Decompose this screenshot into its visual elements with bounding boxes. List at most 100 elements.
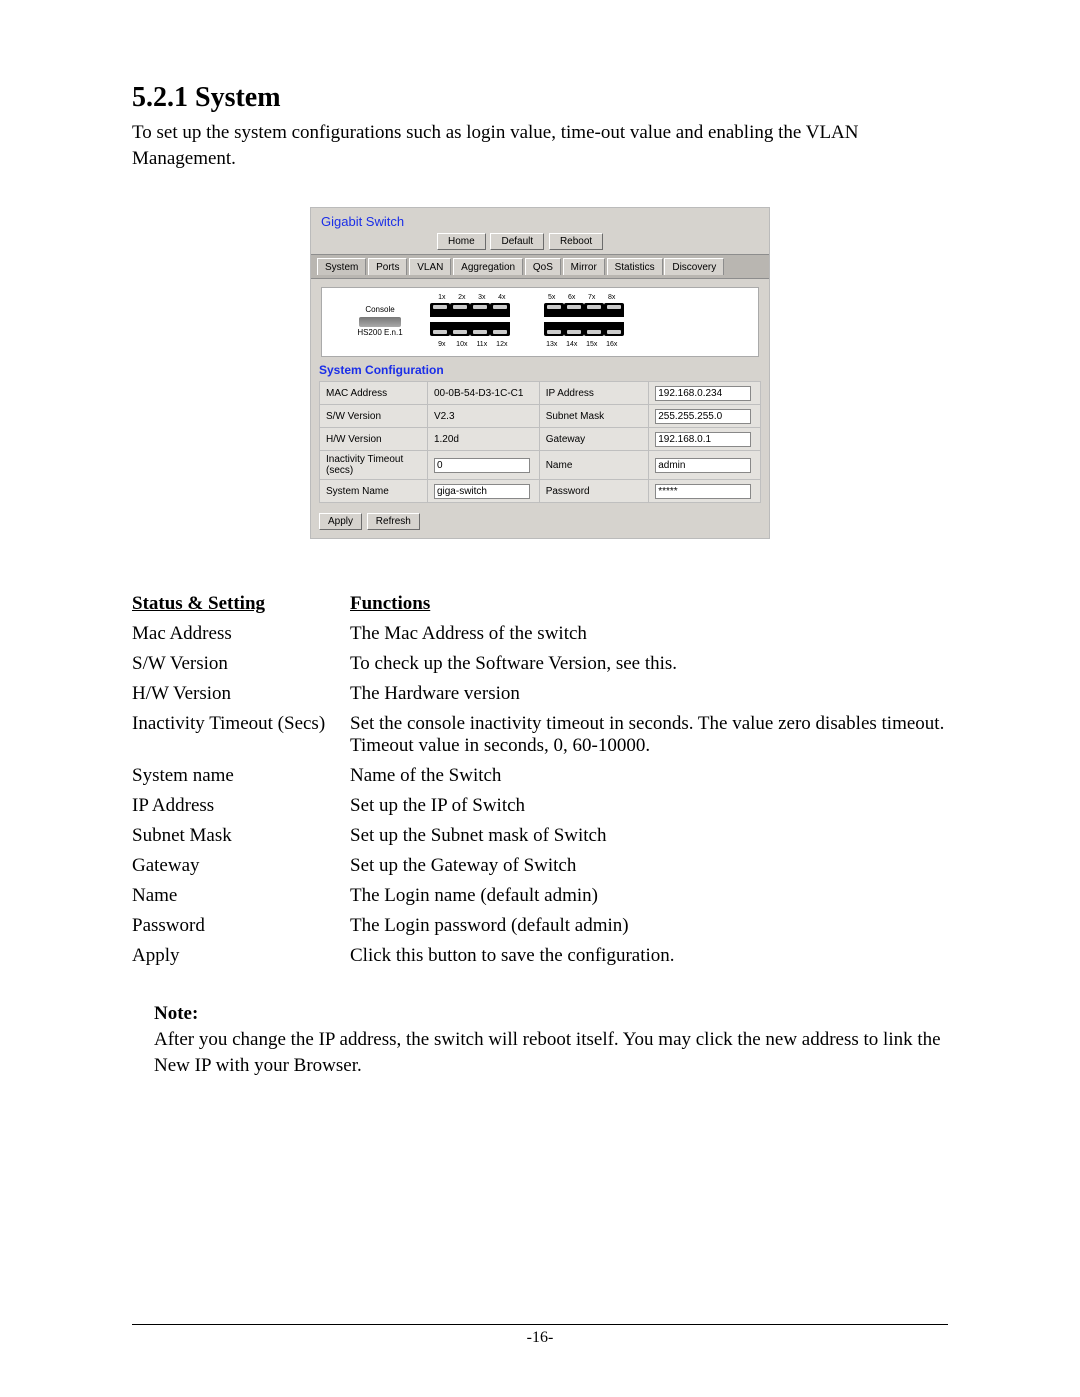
port-jack-icon [450,322,470,336]
name-input[interactable] [655,458,751,473]
port-jack-icon [604,322,624,336]
row-label: Name [132,881,350,911]
row-label: IP Address [132,791,350,821]
ip-address-input[interactable] [655,386,751,401]
port-label: 14x [562,341,582,348]
port-label: 2x [452,294,472,301]
sw-version-label: S/W Version [320,405,428,428]
hw-version-label: H/W Version [320,428,428,451]
row-desc: The Login name (default admin) [350,881,948,911]
section-heading: 5.2.1 System [132,82,948,114]
hw-version-value: 1.20d [427,428,539,451]
row-desc: Set up the Subnet mask of Switch [350,821,948,851]
port-jack-icon [584,322,604,336]
row-desc: The Login password (default admin) [350,911,948,941]
note-block: Note: After you change the IP address, t… [132,1001,948,1078]
tab-qos[interactable]: QoS [525,258,561,275]
tab-ports[interactable]: Ports [368,258,407,275]
intro-text: To set up the system configurations such… [132,120,948,171]
subnet-mask-label: Subnet Mask [539,405,649,428]
row-desc: To check up the Software Version, see th… [350,649,948,679]
system-name-input[interactable] [434,484,530,499]
tab-bar: System Ports VLAN Aggregation QoS Mirror… [311,254,769,279]
port-label: 7x [582,294,602,301]
tab-discovery[interactable]: Discovery [664,258,724,275]
port-label: 13x [542,341,562,348]
port-label: 5x [542,294,562,301]
port-jack-icon [490,322,510,336]
port-jack-icon [584,303,604,317]
timeout-label: Inactivity Timeout (secs) [320,451,428,480]
row-label: Subnet Mask [132,821,350,851]
port-label: 10x [452,341,472,348]
row-desc: Set the console inactivity timeout in se… [350,709,948,761]
port-label: 4x [492,294,512,301]
port-jack-icon [604,303,624,317]
port-jack-icon [490,303,510,317]
port-jack-icon [544,303,564,317]
port-label: 12x [492,341,512,348]
row-desc: The Hardware version [350,679,948,709]
port-jack-icon [450,303,470,317]
row-desc: Click this button to save the configurat… [350,941,948,971]
tab-system[interactable]: System [317,258,366,275]
port-label: 9x [432,341,452,348]
port-label: 1x [432,294,452,301]
subnet-mask-input[interactable] [655,409,751,424]
port-jack-icon [430,322,450,336]
row-desc: Set up the IP of Switch [350,791,948,821]
tab-vlan[interactable]: VLAN [409,258,451,275]
tab-aggregation[interactable]: Aggregation [453,258,523,275]
system-name-label: System Name [320,480,428,503]
port-panel: Console HS200 E.n.1 1x2x3x4x 5x6x7x8x [321,287,759,357]
refresh-button[interactable]: Refresh [367,513,420,530]
port-label: 16x [602,341,622,348]
row-label: S/W Version [132,649,350,679]
config-table: MAC Address 00-0B-54-D3-1C-C1 IP Address… [319,381,761,503]
timeout-input[interactable] [434,458,530,473]
page-number: -16- [527,1329,554,1346]
port-jack-active-icon [544,322,564,336]
tab-statistics[interactable]: Statistics [607,258,663,275]
ip-address-label: IP Address [539,382,649,405]
port-jack-icon [470,303,490,317]
window-title: Gigabit Switch [311,208,769,233]
row-desc: Name of the Switch [350,761,948,791]
name-label: Name [539,451,649,480]
row-label: Password [132,911,350,941]
port-label: 11x [472,341,492,348]
port-jack-icon [564,303,584,317]
col-functions: Functions [350,589,948,619]
password-label: Password [539,480,649,503]
gateway-label: Gateway [539,428,649,451]
row-label: Apply [132,941,350,971]
mac-address-label: MAC Address [320,382,428,405]
port-label: 15x [582,341,602,348]
password-input[interactable] [655,484,751,499]
row-label: Inactivity Timeout (Secs) [132,709,350,761]
console-label: Console [330,306,430,315]
row-label: Mac Address [132,619,350,649]
embedded-screenshot: Gigabit Switch Home Default Reboot Syste… [310,207,770,539]
row-desc: Set up the Gateway of Switch [350,851,948,881]
row-label: H/W Version [132,679,350,709]
console-device-icon [359,317,401,327]
system-configuration-heading: System Configuration [311,363,769,381]
port-jack-icon [564,322,584,336]
gateway-input[interactable] [655,432,751,447]
home-button[interactable]: Home [437,233,486,250]
note-label: Note: [154,1001,948,1027]
default-button[interactable]: Default [490,233,544,250]
backbone-label: HS200 E.n.1 [330,329,430,338]
port-jack-icon [430,303,450,317]
row-desc: The Mac Address of the switch [350,619,948,649]
sw-version-value: V2.3 [427,405,539,428]
mac-address-value: 00-0B-54-D3-1C-C1 [427,382,539,405]
reboot-button[interactable]: Reboot [549,233,603,250]
page-footer: -16- [132,1324,948,1347]
apply-button[interactable]: Apply [319,513,362,530]
row-label: System name [132,761,350,791]
row-label: Gateway [132,851,350,881]
tab-mirror[interactable]: Mirror [563,258,605,275]
note-body: After you change the IP address, the swi… [154,1027,948,1078]
